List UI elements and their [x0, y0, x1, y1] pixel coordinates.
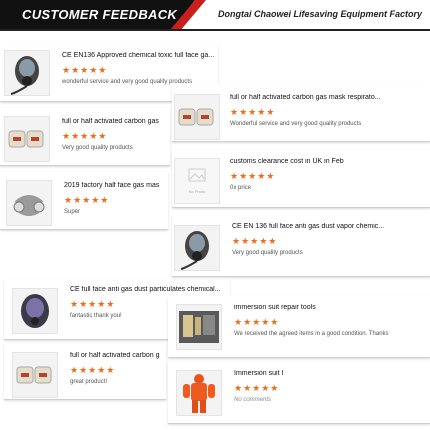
review-comment: Wonderful service and very good quality …	[230, 121, 362, 127]
divider	[172, 141, 430, 142]
repair-tools-box-image	[176, 304, 222, 350]
review-card: full or half activated carbon g ★★★★★ gr…	[4, 344, 166, 400]
star-rating: ★★★★★	[70, 299, 116, 309]
full-face-gas-mask-image	[174, 225, 220, 271]
carbon-filter-cartridges-image	[4, 116, 50, 162]
product-title[interactable]: customs clearance cost in UK in Feb	[230, 158, 426, 165]
product-title[interactable]: CE EN136 Approved chemical toxic full fa…	[62, 52, 216, 59]
star-rating: ★★★★★	[230, 171, 276, 181]
review-card: No Photo customs clearance cost in UK in…	[172, 150, 430, 208]
product-title[interactable]: Immersion suit I	[234, 370, 424, 377]
star-rating: ★★★★★	[70, 365, 116, 375]
review-card: Immersion suit I ★★★★★ No comments	[168, 362, 430, 424]
banner-underline	[0, 29, 430, 31]
review-comment: great product!	[70, 379, 108, 385]
star-rating: ★★★★★	[230, 107, 276, 117]
divider	[0, 229, 168, 230]
full-face-gas-mask-purple-image	[12, 288, 58, 334]
review-card: full or half activated carbon gas ★★★★★ …	[0, 108, 170, 166]
product-title[interactable]: full or half activated carbon gas	[62, 118, 170, 125]
carbon-filter-cartridges-image	[174, 94, 220, 140]
divider	[172, 276, 430, 277]
company-name: Dongtai Chaowei Lifesaving Equipment Fac…	[217, 9, 422, 19]
product-title[interactable]: CE EN 136 full face anti gas dust vapor …	[232, 223, 426, 230]
divider	[168, 423, 430, 424]
product-title[interactable]: full or half activated carbon g	[70, 352, 166, 359]
divider	[0, 165, 170, 166]
product-title[interactable]: 2019 factory half face gas mas	[64, 182, 168, 189]
review-comment: fantastic thank you!	[70, 313, 122, 319]
full-face-gas-mask-image	[4, 50, 50, 96]
banner-title: CUSTOMER FEEDBACK	[22, 7, 178, 22]
star-rating: ★★★★★	[62, 65, 108, 75]
orange-immersion-suit-image	[176, 370, 222, 416]
review-comment: Very good quality products	[62, 145, 133, 151]
review-comment: 0x price	[230, 185, 252, 191]
half-face-respirator-image	[6, 180, 52, 226]
review-card: CE EN 136 full face anti gas dust vapor …	[172, 215, 430, 277]
divider	[4, 399, 166, 400]
star-rating: ★★★★★	[234, 383, 280, 393]
review-comment: We received the agreed items in a good c…	[234, 331, 389, 337]
star-rating: ★★★★★	[62, 131, 108, 141]
product-title[interactable]: full or half activated carbon gas mask r…	[230, 94, 426, 101]
star-rating: ★★★★★	[232, 236, 278, 246]
divider	[172, 207, 430, 208]
product-title[interactable]: immersion suit repair tools	[234, 304, 424, 311]
feedback-banner: CUSTOMER FEEDBACK Dongtai Chaowei Lifesa…	[0, 0, 430, 31]
review-card: full or half activated carbon gas mask r…	[172, 84, 430, 142]
review-card: 2019 factory half face gas mas ★★★★★ Sup…	[0, 172, 168, 230]
product-title[interactable]: CE full face anti gas dust particulates …	[70, 286, 228, 293]
star-rating: ★★★★★	[64, 195, 110, 205]
star-rating: ★★★★★	[234, 317, 280, 327]
review-comment: No comments	[234, 397, 272, 403]
review-comment: Super	[64, 209, 81, 215]
review-comment: Very good quality products	[232, 250, 303, 256]
carbon-filter-cartridges-image	[12, 352, 58, 398]
no-photo-placeholder-icon: No Photo	[174, 158, 220, 204]
review-card: immersion suit repair tools ★★★★★ We rec…	[168, 296, 430, 358]
no-photo-label: No Photo	[188, 189, 206, 194]
divider	[168, 357, 430, 358]
